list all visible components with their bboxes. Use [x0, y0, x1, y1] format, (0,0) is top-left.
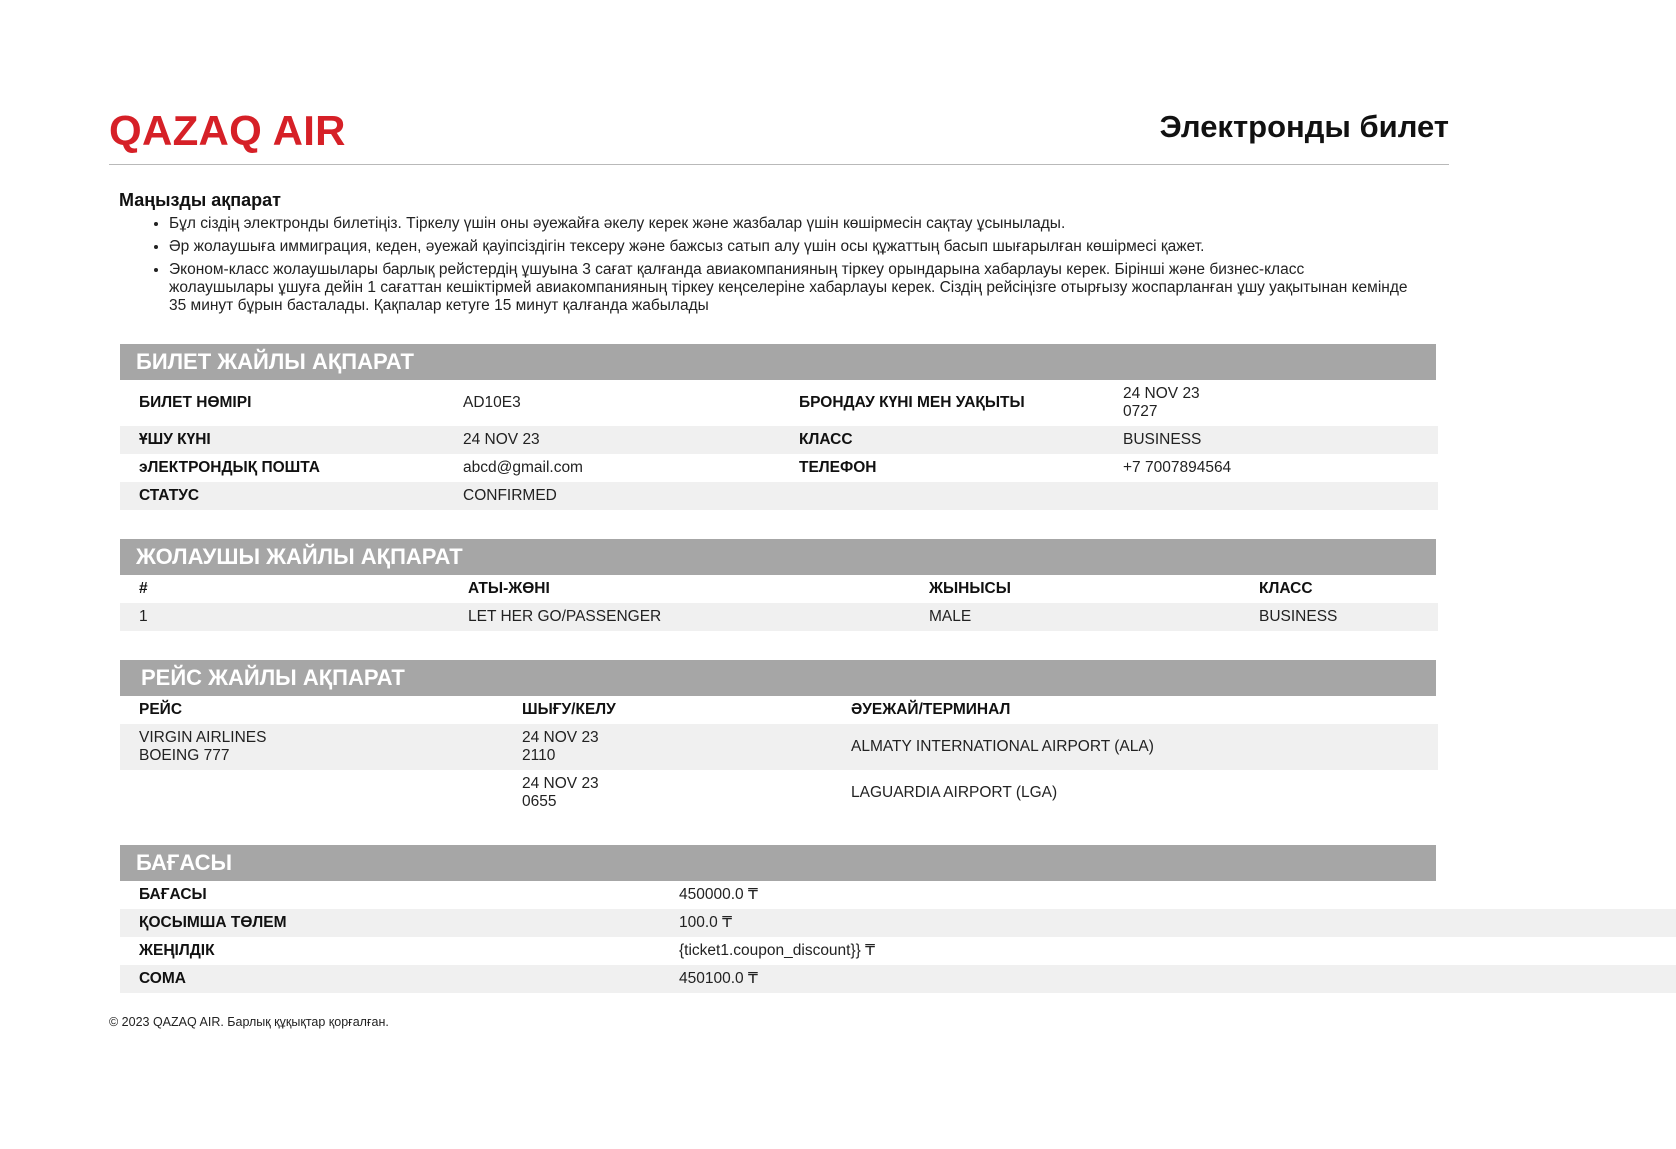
- price-row: СОМА 450100.0 ₸: [120, 965, 1676, 993]
- total-label: СОМА: [139, 970, 186, 987]
- copyright-footer: © 2023 QAZAQ AIR. Барлық құқықтар қорғал…: [109, 1015, 389, 1029]
- flight-date: 24 NOV 23: [463, 431, 540, 448]
- passenger-index: 1: [139, 608, 148, 625]
- column-header: ШЫҒУ/КЕЛУ: [522, 701, 616, 718]
- booking-time: 0727: [1123, 403, 1158, 420]
- e-ticket-page: QAZAQ AIR Электронды билет Маңызды ақпар…: [0, 0, 1676, 1149]
- phone-value: +7 7007894564: [1123, 459, 1232, 476]
- table-row: эЛЕКТРОНДЫҚ ПОШТА abcd@gmail.com ТЕЛЕФОН…: [120, 454, 1438, 482]
- table-row: 24 NOV 23 0655 LAGUARDIA AIRPORT (LGA): [120, 770, 1438, 816]
- section-heading: РЕЙС ЖАЙЛЫ АҚПАРАТ: [120, 660, 1436, 696]
- arrival-time: 0655: [522, 793, 557, 810]
- departure-airport: ALMATY INTERNATIONAL AIRPORT (ALA): [851, 738, 1154, 755]
- passenger-class: BUSINESS: [1259, 608, 1338, 625]
- passenger-info-section: ЖОЛАУШЫ ЖАЙЛЫ АҚПАРАТ # АТЫ-ЖӨНІ ЖЫНЫСЫ …: [120, 539, 1438, 631]
- table-row: VIRGIN AIRLINES BOEING 777 24 NOV 23 211…: [120, 724, 1438, 770]
- brand-logo: QAZAQ AIR: [109, 107, 346, 154]
- class-value: BUSINESS: [1123, 431, 1202, 448]
- price-row: БАҒАСЫ 450000.0 ₸: [120, 881, 1676, 909]
- status-label: СТАТУС: [139, 487, 200, 504]
- status-value: CONFIRMED: [463, 487, 557, 504]
- arrival-date: 24 NOV 23: [522, 775, 599, 792]
- column-header: АТЫ-ЖӨНІ: [468, 580, 550, 597]
- section-heading: БАҒАСЫ: [120, 845, 1436, 881]
- arrival-airport: LAGUARDIA AIRPORT (LGA): [851, 784, 1058, 801]
- column-header: ЖЫНЫСЫ: [929, 580, 1011, 597]
- info-list: Бұл сіздің электронды билетіңіз. Тіркелу…: [119, 215, 1409, 315]
- departure-date: 24 NOV 23: [522, 729, 599, 746]
- ticket-info-section: БИЛЕТ ЖАЙЛЫ АҚПАРАТ БИЛЕТ НӨМІРІ AD10E3 …: [120, 344, 1438, 510]
- email-value: abcd@gmail.com: [463, 459, 583, 476]
- booking-datetime: 24 NOV 23 0727: [1104, 385, 1438, 421]
- section-heading: БИЛЕТ ЖАЙЛЫ АҚПАРАТ: [120, 344, 1436, 380]
- column-header: #: [139, 580, 148, 597]
- column-header: ӘУЕЖАЙ/ТЕРМИНАЛ: [851, 701, 1011, 718]
- info-title: Маңызды ақпарат: [119, 190, 281, 210]
- passenger-gender: MALE: [929, 608, 972, 625]
- ticket-number-label: БИЛЕТ НӨМІРІ: [139, 394, 252, 411]
- flight-date-label: ҰШУ КҮНІ: [139, 431, 211, 448]
- discount-label: ЖЕҢІЛДІК: [139, 942, 215, 959]
- price-row: ҚОСЫМША ТӨЛЕМ 100.0 ₸: [120, 909, 1676, 937]
- departure-time: 2110: [522, 747, 556, 764]
- info-item: Бұл сіздің электронды билетіңіз. Тіркелу…: [169, 215, 1409, 233]
- section-heading: ЖОЛАУШЫ ЖАЙЛЫ АҚПАРАТ: [120, 539, 1436, 575]
- extra-fee-value: 100.0 ₸: [679, 914, 732, 931]
- arrival-datetime: 24 NOV 23 0655: [503, 775, 832, 811]
- column-header: КЛАСС: [1259, 580, 1313, 597]
- important-info: Маңызды ақпарат Бұл сіздің электронды би…: [119, 188, 1409, 320]
- total-value: 450100.0 ₸: [679, 970, 758, 987]
- page-title: Электронды билет: [1159, 109, 1449, 144]
- phone-label: ТЕЛЕФОН: [799, 459, 877, 476]
- price-value: 450000.0 ₸: [679, 886, 758, 903]
- booking-datetime-label: БРОНДАУ КҮНІ МЕН УАҚЫТЫ: [799, 394, 1025, 411]
- discount-value: {ticket1.coupon_discount}} ₸: [679, 942, 876, 959]
- extra-fee-label: ҚОСЫМША ТӨЛЕМ: [139, 914, 287, 931]
- ticket-header: QAZAQ AIR Электронды билет: [109, 106, 1449, 165]
- price-row: ЖЕҢІЛДІК {ticket1.coupon_discount}} ₸: [120, 937, 1676, 965]
- table-header-row: # АТЫ-ЖӨНІ ЖЫНЫСЫ КЛАСС: [120, 575, 1438, 603]
- info-item: Эконом-класс жолаушылары барлық рейстерд…: [169, 261, 1409, 315]
- passenger-name: LET HER GO/PASSENGER: [468, 608, 662, 625]
- table-header-row: РЕЙС ШЫҒУ/КЕЛУ ӘУЕЖАЙ/ТЕРМИНАЛ: [120, 696, 1438, 724]
- aircraft-type: BOEING 777: [139, 747, 230, 764]
- email-label: эЛЕКТРОНДЫҚ ПОШТА: [139, 459, 320, 476]
- table-row: ҰШУ КҮНІ 24 NOV 23 КЛАСС BUSINESS: [120, 426, 1438, 454]
- table-row: СТАТУС CONFIRMED: [120, 482, 1438, 510]
- booking-date: 24 NOV 23: [1123, 385, 1200, 402]
- class-label: КЛАСС: [799, 431, 853, 448]
- departure-datetime: 24 NOV 23 2110: [503, 729, 832, 765]
- info-item: Әр жолаушыға иммиграция, кеден, әуежай қ…: [169, 238, 1409, 256]
- ticket-number: AD10E3: [463, 394, 521, 411]
- price-section: БАҒАСЫ БАҒАСЫ 450000.0 ₸ ҚОСЫМША ТӨЛЕМ 1…: [120, 845, 1676, 993]
- flight-info-section: РЕЙС ЖАЙЛЫ АҚПАРАТ РЕЙС ШЫҒУ/КЕЛУ ӘУЕЖАЙ…: [120, 660, 1438, 816]
- column-header: РЕЙС: [139, 701, 183, 718]
- airline-name: VIRGIN AIRLINES: [139, 729, 267, 746]
- price-label: БАҒАСЫ: [139, 886, 207, 903]
- table-row: 1 LET HER GO/PASSENGER MALE BUSINESS: [120, 603, 1438, 631]
- table-row: БИЛЕТ НӨМІРІ AD10E3 БРОНДАУ КҮНІ МЕН УАҚ…: [120, 380, 1438, 426]
- flight-carrier: VIRGIN AIRLINES BOEING 777: [120, 729, 503, 765]
